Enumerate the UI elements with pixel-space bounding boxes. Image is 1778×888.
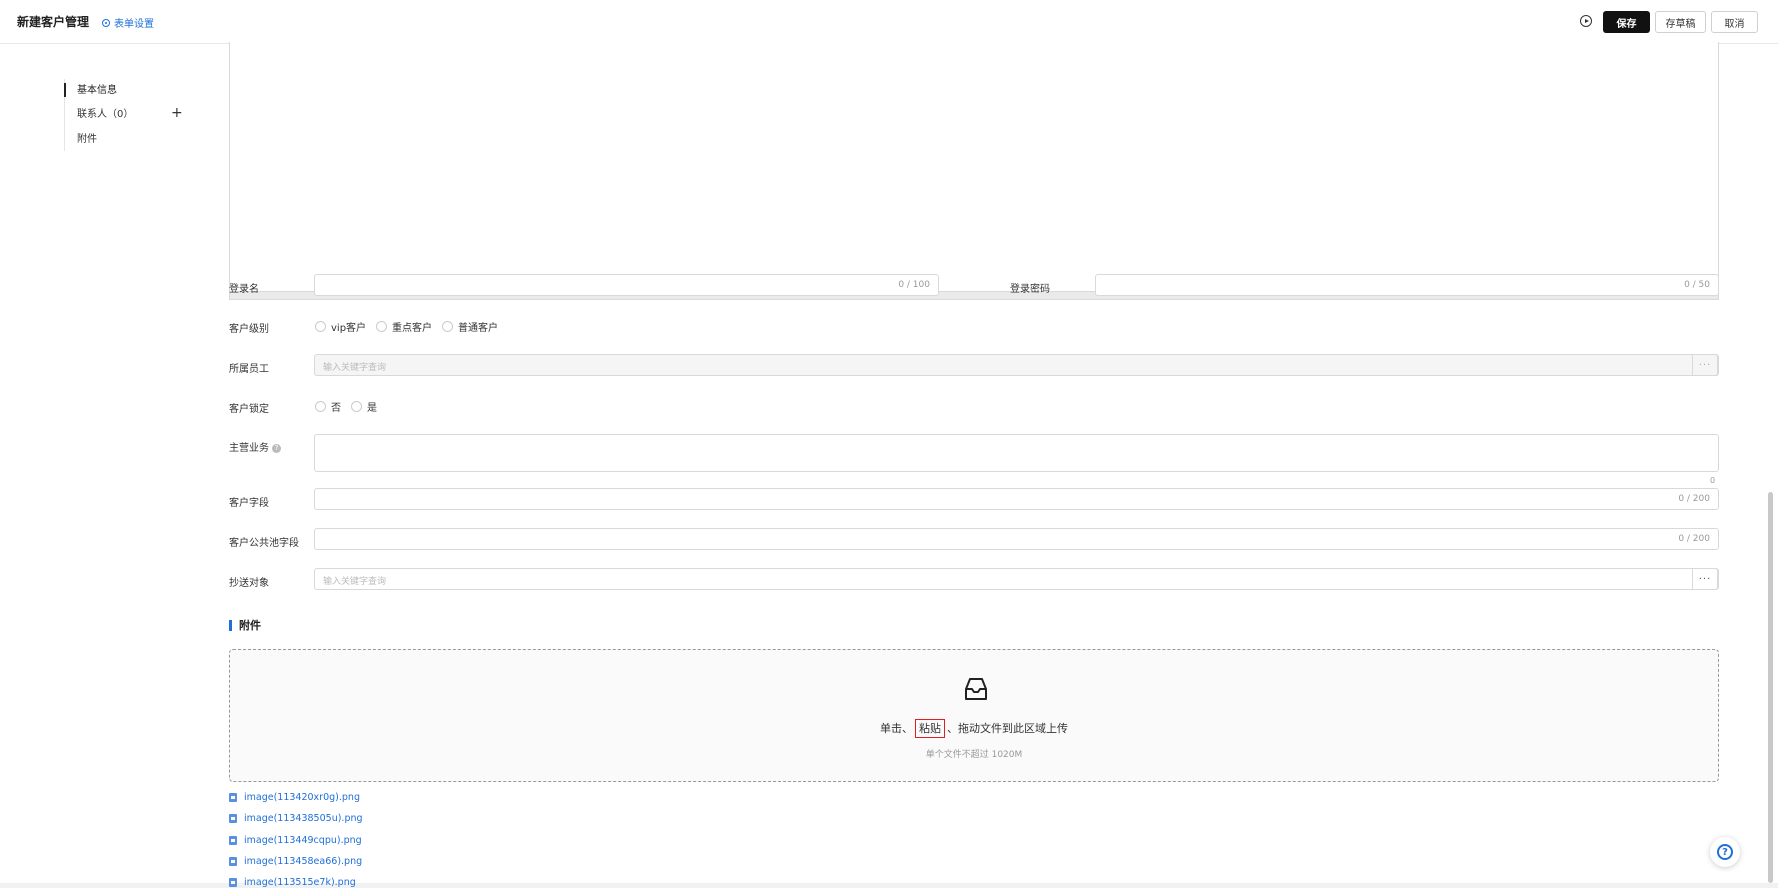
customer-field-input[interactable]: 0 / 200 [314,488,1719,510]
file-icon [229,814,237,823]
upload-dropzone[interactable]: 单击、 粘贴 、拖动文件到此区域上传 单个文件不超过 1020M [229,649,1719,782]
radio-normal[interactable]: 普通客户 [442,319,498,334]
form-content: 登录名 0 / 100 登录密码 0 / 50 客户级别 vip客户 重点客户 … [205,42,1778,888]
radio-label: vip客户 [331,323,367,334]
file-item[interactable]: image(113438505u).png [229,813,363,824]
main-business-textarea[interactable] [314,434,1719,472]
login-name-count: 0 / 100 [898,280,930,290]
sidebar: 基本信息 联系人（0） + 附件 [0,44,205,883]
inbox-icon [965,678,987,700]
sidebar-item-attachments[interactable]: 附件 [77,130,97,145]
customer-field-count: 0 / 200 [1678,494,1710,504]
public-pool-field-label: 客户公共池字段 [229,538,299,549]
radio-label: 是 [367,403,377,414]
radio-label: 重点客户 [392,323,433,334]
paste-highlight: 粘贴 [915,719,945,738]
scrollbar[interactable] [1768,492,1773,883]
save-button[interactable]: 保存 [1603,11,1650,33]
login-password-input[interactable]: 0 / 50 [1095,274,1719,296]
owner-more-button[interactable]: ··· [1692,354,1718,376]
help-icon: ? [1717,844,1733,860]
owner-label: 所属员工 [229,364,269,375]
form-settings-link[interactable]: 表单设置 [102,15,154,30]
main-business-count: 0 [1710,476,1716,485]
file-icon [229,793,237,802]
sidebar-item-contacts[interactable]: 联系人（0） [77,105,133,120]
login-name-input[interactable]: 0 / 100 [314,274,939,296]
radio-label: 普通客户 [458,323,499,334]
login-password-count: 0 / 50 [1684,280,1710,290]
attachments-section-title: 附件 [229,620,261,631]
nav-active-indicator [64,83,66,97]
radio-no[interactable]: 否 [315,399,341,414]
form-settings-label: 表单设置 [114,19,154,30]
rich-text-editor[interactable] [229,42,1719,300]
login-name-label: 登录名 [229,284,259,295]
top-bar: 新建客户管理 表单设置 保存 存草稿 取消 [0,0,1778,44]
upload-hint-suffix: 、拖动文件到此区域上传 [947,722,1068,735]
upload-hint-prefix: 单击、 [880,722,913,735]
customer-field-label: 客户字段 [229,498,269,509]
play-icon[interactable] [1580,15,1592,27]
customer-level-radio-group: vip客户 重点客户 普通客户 [315,319,508,334]
cc-label: 抄送对象 [229,578,269,589]
radio-circle [376,321,388,332]
save-draft-button[interactable]: 存草稿 [1655,11,1706,33]
file-icon [229,857,237,866]
cc-placeholder: 输入关键字查询 [323,577,387,587]
page-title: 新建客户管理 [17,15,90,29]
cc-input[interactable]: 输入关键字查询 ··· [314,568,1719,590]
upload-limit: 单个文件不超过 1020M [925,750,1023,760]
radio-key[interactable]: 重点客户 [376,319,432,334]
nav-track [64,79,66,151]
sidebar-item-basic-info[interactable]: 基本信息 [77,81,117,96]
main-business-label: 主营业务? [229,439,281,454]
locked-label: 客户锁定 [229,404,269,415]
add-contact-icon[interactable]: + [171,105,183,121]
file-item[interactable]: image(113420xr0g).png [229,792,360,803]
owner-input[interactable]: 输入关键字查询 ··· [314,354,1719,376]
cancel-button[interactable]: 取消 [1711,11,1758,33]
help-icon[interactable]: ? [272,443,281,453]
main-business-label-text: 主营业务 [229,443,269,454]
radio-vip[interactable]: vip客户 [315,319,366,334]
help-button[interactable]: ? [1710,837,1740,867]
file-name[interactable]: image(113420xr0g).png [244,792,360,803]
radio-label: 否 [331,403,341,414]
public-pool-field-count: 0 / 200 [1678,534,1710,544]
upload-hint: 单击、 粘贴 、拖动文件到此区域上传 [230,719,1718,738]
owner-placeholder: 输入关键字查询 [323,363,387,373]
locked-radio-group: 否 是 [315,399,387,414]
radio-circle [351,401,362,412]
login-password-label: 登录密码 [1010,284,1050,295]
radio-circle [315,321,326,332]
file-name[interactable]: image(113458ea66).png [244,856,362,867]
radio-yes[interactable]: 是 [351,399,377,414]
cc-more-button[interactable]: ··· [1692,568,1718,590]
file-item[interactable]: image(113458ea66).png [229,856,362,867]
customer-level-label: 客户级别 [229,324,269,335]
file-item[interactable]: image(113449cqpu).png [229,835,362,846]
file-icon [229,836,237,845]
settings-icon [102,18,110,27]
public-pool-field-input[interactable]: 0 / 200 [314,528,1719,550]
file-name[interactable]: image(113438505u).png [244,813,363,824]
radio-circle [442,321,454,332]
file-name[interactable]: image(113449cqpu).png [244,835,362,846]
radio-circle [315,401,326,412]
